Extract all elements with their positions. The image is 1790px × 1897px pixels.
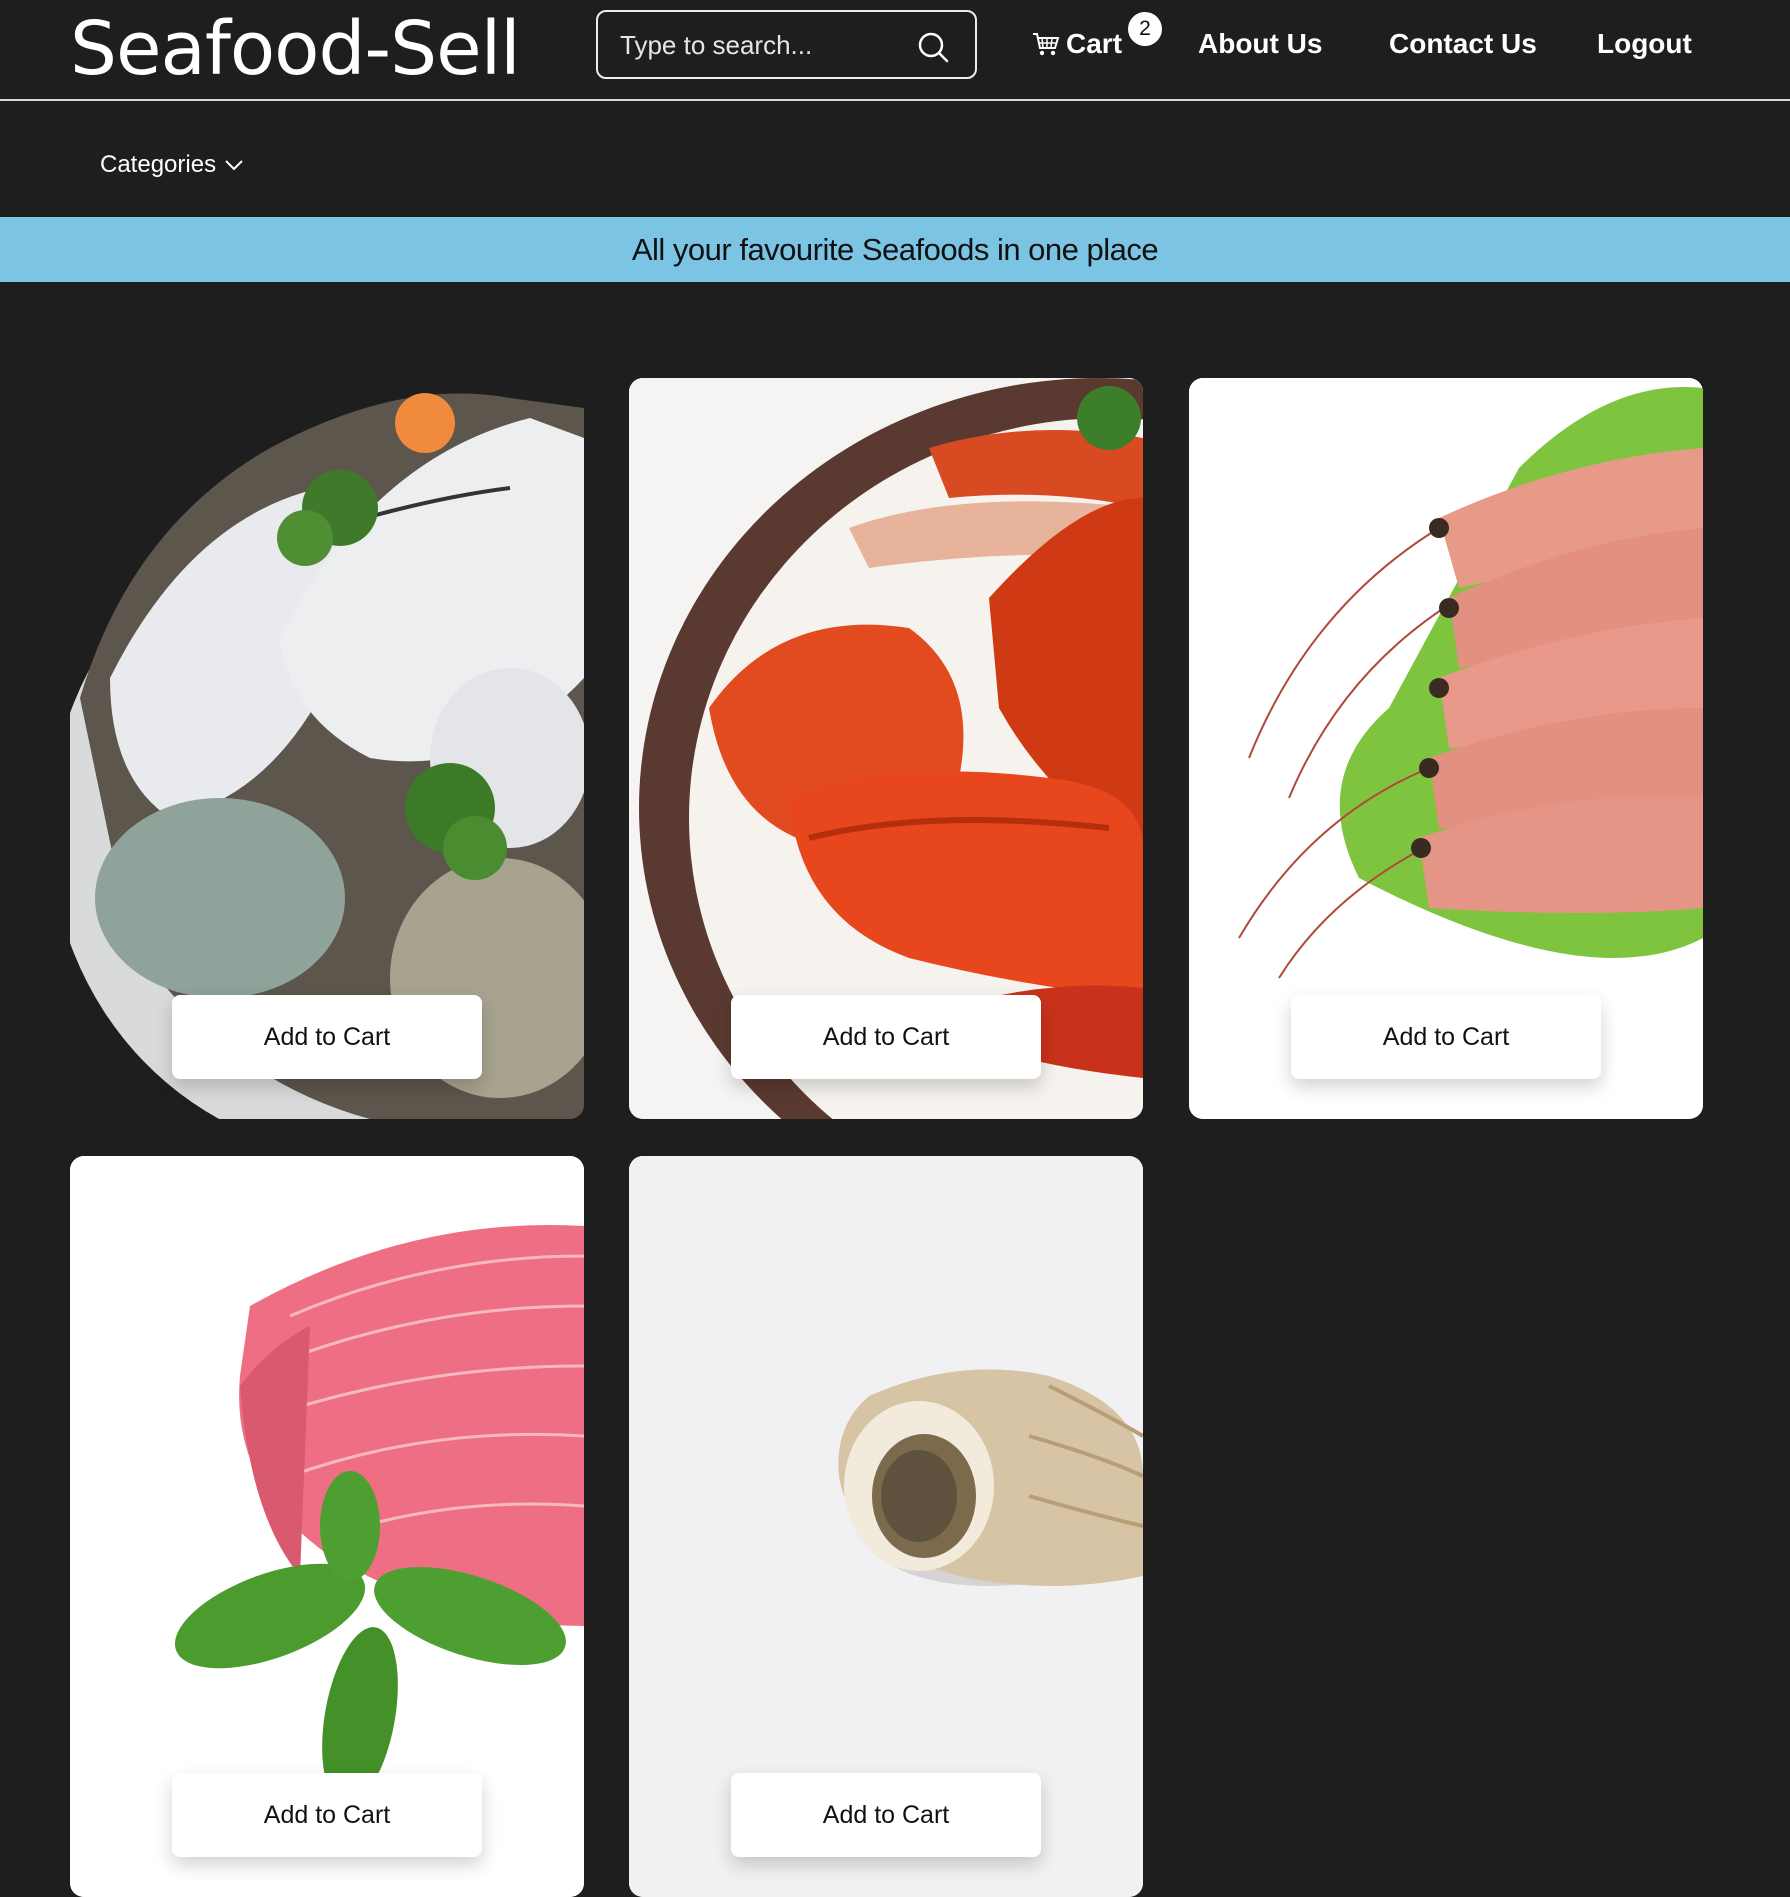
add-to-cart-button[interactable]: Add to Cart	[1291, 995, 1601, 1079]
product-card: Add to Cart	[1189, 378, 1703, 1119]
add-to-cart-button[interactable]: Add to Cart	[172, 1773, 482, 1857]
brand-logo[interactable]: Seafood-Sell	[70, 4, 521, 94]
promo-banner: All your favourite Seafoods in one place	[0, 217, 1790, 282]
add-to-cart-button[interactable]: Add to Cart	[731, 1773, 1041, 1857]
cart-icon	[1033, 33, 1060, 56]
search-box	[596, 10, 977, 79]
chevron-down-icon	[225, 160, 243, 171]
add-to-cart-button[interactable]: Add to Cart	[731, 995, 1041, 1079]
product-card: Add to Cart	[629, 378, 1143, 1119]
about-us-link[interactable]: About Us	[1198, 22, 1322, 66]
cart-label: Cart	[1066, 28, 1123, 59]
navbar: Seafood-Sell Cart 2 About Us Contact Us …	[0, 0, 1790, 101]
cart-link[interactable]: Cart	[1032, 22, 1122, 66]
categories-dropdown[interactable]: Categories	[100, 151, 244, 179]
categories-label: Categories	[100, 151, 217, 178]
product-card: Add to Cart	[70, 378, 584, 1119]
subnav: Categories	[0, 103, 1790, 217]
search-icon[interactable]	[916, 30, 950, 64]
contact-us-link[interactable]: Contact Us	[1389, 22, 1537, 66]
product-card: Add to Cart	[70, 1156, 584, 1897]
cart-count-badge: 2	[1128, 12, 1162, 46]
add-to-cart-button[interactable]: Add to Cart	[172, 995, 482, 1079]
search-input[interactable]	[620, 24, 900, 66]
logout-link[interactable]: Logout	[1597, 22, 1692, 66]
product-card: Add to Cart	[629, 1156, 1143, 1897]
